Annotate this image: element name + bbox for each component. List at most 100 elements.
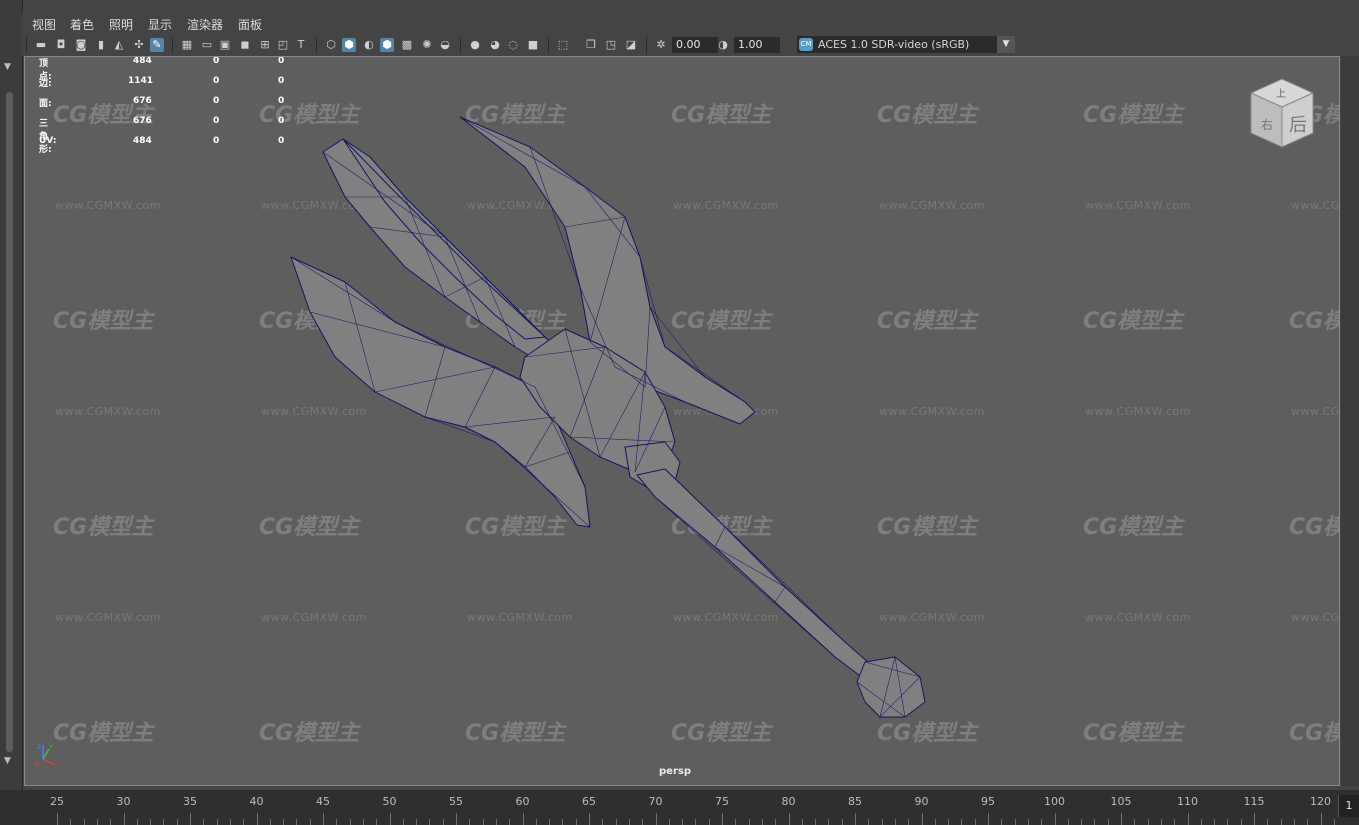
time-tick (974, 819, 976, 825)
time-tick-label: 45 (316, 795, 330, 808)
hud-component: 0 (278, 116, 285, 126)
gamma-field[interactable]: 1.00 (734, 37, 780, 53)
textured-icon[interactable]: ▩ (400, 38, 414, 52)
grease-pencil-icon[interactable]: ✎ (150, 38, 164, 52)
time-tick (748, 819, 750, 825)
smooth-shade-icon[interactable]: ⬢ (342, 38, 356, 52)
2d-pan-zoom-icon[interactable]: ✣ (132, 38, 146, 52)
time-tick (203, 819, 205, 825)
shadows-icon[interactable]: ◒ (438, 38, 452, 52)
time-tick (934, 819, 936, 825)
color-management-icon[interactable]: CM (799, 38, 813, 51)
viewcube-top-label: 上 (1276, 88, 1286, 100)
anti-aliasing-icon[interactable]: ◌ (506, 38, 520, 52)
time-tick (309, 819, 311, 825)
safe-action-icon[interactable]: ◰ (276, 38, 290, 52)
time-tick (628, 819, 630, 825)
resolution-gate-icon[interactable]: ▣ (218, 38, 232, 52)
current-frame-field[interactable]: 1 (1338, 795, 1359, 817)
xray-joints-icon[interactable]: ◳ (604, 38, 618, 52)
bookmark-icon[interactable]: ▮ (94, 38, 108, 52)
poly-count-hud: 顶点: 484 0 0 边: 1141 0 0 面: 676 0 0 三角形: … (39, 57, 309, 156)
time-tick (243, 819, 245, 825)
field-chart-icon[interactable]: ⊞ (258, 38, 272, 52)
isolate-select-icon[interactable]: ⬚ (556, 38, 570, 52)
left-scrollbar[interactable] (6, 92, 13, 752)
time-tick (442, 819, 444, 825)
menu-show[interactable]: 显示 (148, 16, 172, 33)
motion-blur-icon[interactable]: ◕ (488, 38, 502, 52)
trident-shaft[interactable] (636, 468, 886, 688)
exposure-field[interactable]: 0.00 (672, 37, 718, 53)
default-material-icon[interactable]: ◐ (362, 38, 376, 52)
depth-of-field-icon[interactable]: ■ (526, 38, 540, 52)
chevron-down-icon[interactable]: ▼ (997, 36, 1015, 53)
viewcube-front-label: 后 (1289, 115, 1307, 136)
time-tick (456, 813, 457, 825)
time-tick (615, 819, 617, 825)
time-tick (336, 819, 338, 825)
wireframe-on-shaded-icon[interactable]: ⬢ (380, 38, 394, 52)
time-tick (988, 813, 989, 825)
time-tick-label: 30 (116, 795, 131, 808)
time-tick-label: 85 (848, 795, 862, 808)
wireframe-icon[interactable]: ⬡ (324, 38, 338, 52)
xray-icon[interactable]: ❐ (584, 38, 598, 52)
time-tick (509, 819, 511, 825)
exposure-icon[interactable]: ✲ (654, 38, 668, 52)
use-lights-icon[interactable]: ✺ (420, 38, 434, 52)
xray-active-icon[interactable]: ◪ (624, 38, 638, 52)
time-tick (855, 813, 856, 825)
screen-space-ao-icon[interactable]: ● (468, 38, 482, 52)
camera-attributes-icon[interactable]: ◘ (54, 38, 68, 52)
gamma-icon[interactable]: ◑ (716, 38, 730, 52)
time-tick (908, 819, 910, 825)
time-tick (1041, 819, 1043, 825)
film-gate-icon[interactable]: ▭ (200, 38, 214, 52)
image-plane-icon[interactable]: ◭ (112, 38, 126, 52)
time-tick (1014, 819, 1016, 825)
menu-shading[interactable]: 着色 (70, 16, 94, 33)
time-tick-label: 80 (781, 795, 796, 808)
camera-lock-icon[interactable]: ◙ (74, 38, 88, 52)
time-tick (229, 819, 231, 825)
time-tick (1307, 819, 1309, 825)
time-tick-label: 25 (50, 795, 64, 808)
time-slider[interactable]: 25 30 35 40 45 50 55 60 65 70 75 80 85 90 95 100 105 110 1… (0, 790, 1359, 825)
time-tick (1054, 813, 1056, 825)
time-tick (775, 819, 777, 825)
hud-component: 0 (278, 76, 285, 86)
collapse-arrow-icon[interactable]: ▼ (4, 62, 11, 72)
menu-lighting[interactable]: 照明 (109, 16, 133, 33)
axis-z-label: Z (37, 744, 41, 751)
view-cube[interactable]: 上 右 后 (1249, 77, 1315, 149)
time-tick (735, 819, 737, 825)
trident-pommel[interactable] (856, 656, 926, 718)
time-tick (682, 819, 684, 825)
time-tick (362, 819, 364, 825)
time-tick-label: 50 (382, 795, 397, 808)
perspective-viewport[interactable]: CG模型主CG模型主CG模型主CG模型主CG模型主CG模型主CG模型主CG模型主… (24, 56, 1340, 786)
menu-panels[interactable]: 面板 (238, 16, 262, 33)
time-tick (176, 819, 178, 825)
grid-icon[interactable]: ▦ (180, 38, 194, 52)
menu-view[interactable]: 视图 (32, 16, 56, 33)
hud-component: 0 (278, 96, 285, 106)
panel-menubar: 视图 着色 照明 显示 渲染器 面板 (22, 12, 1340, 34)
trident-mesh[interactable] (25, 57, 1339, 785)
time-tick (469, 819, 471, 825)
time-tick-label: 75 (715, 795, 729, 808)
time-tick-label: 40 (249, 795, 264, 808)
time-tick (1027, 819, 1029, 825)
camera-select-icon[interactable]: ▬ (34, 38, 48, 52)
time-tick-label: 100 (1044, 795, 1065, 808)
safe-title-icon[interactable]: T (294, 38, 308, 52)
menu-renderer[interactable]: 渲染器 (187, 16, 223, 33)
time-tick (136, 819, 138, 825)
expand-arrow-icon[interactable]: ▼ (4, 756, 11, 766)
toolbar-separator (316, 37, 317, 53)
time-tick (190, 813, 191, 825)
time-tick (1067, 819, 1069, 825)
view-transform-dropdown[interactable]: CM ACES 1.0 SDR-video (sRGB) ▼ (797, 36, 1015, 53)
gate-mask-icon[interactable]: ◼ (238, 38, 252, 52)
